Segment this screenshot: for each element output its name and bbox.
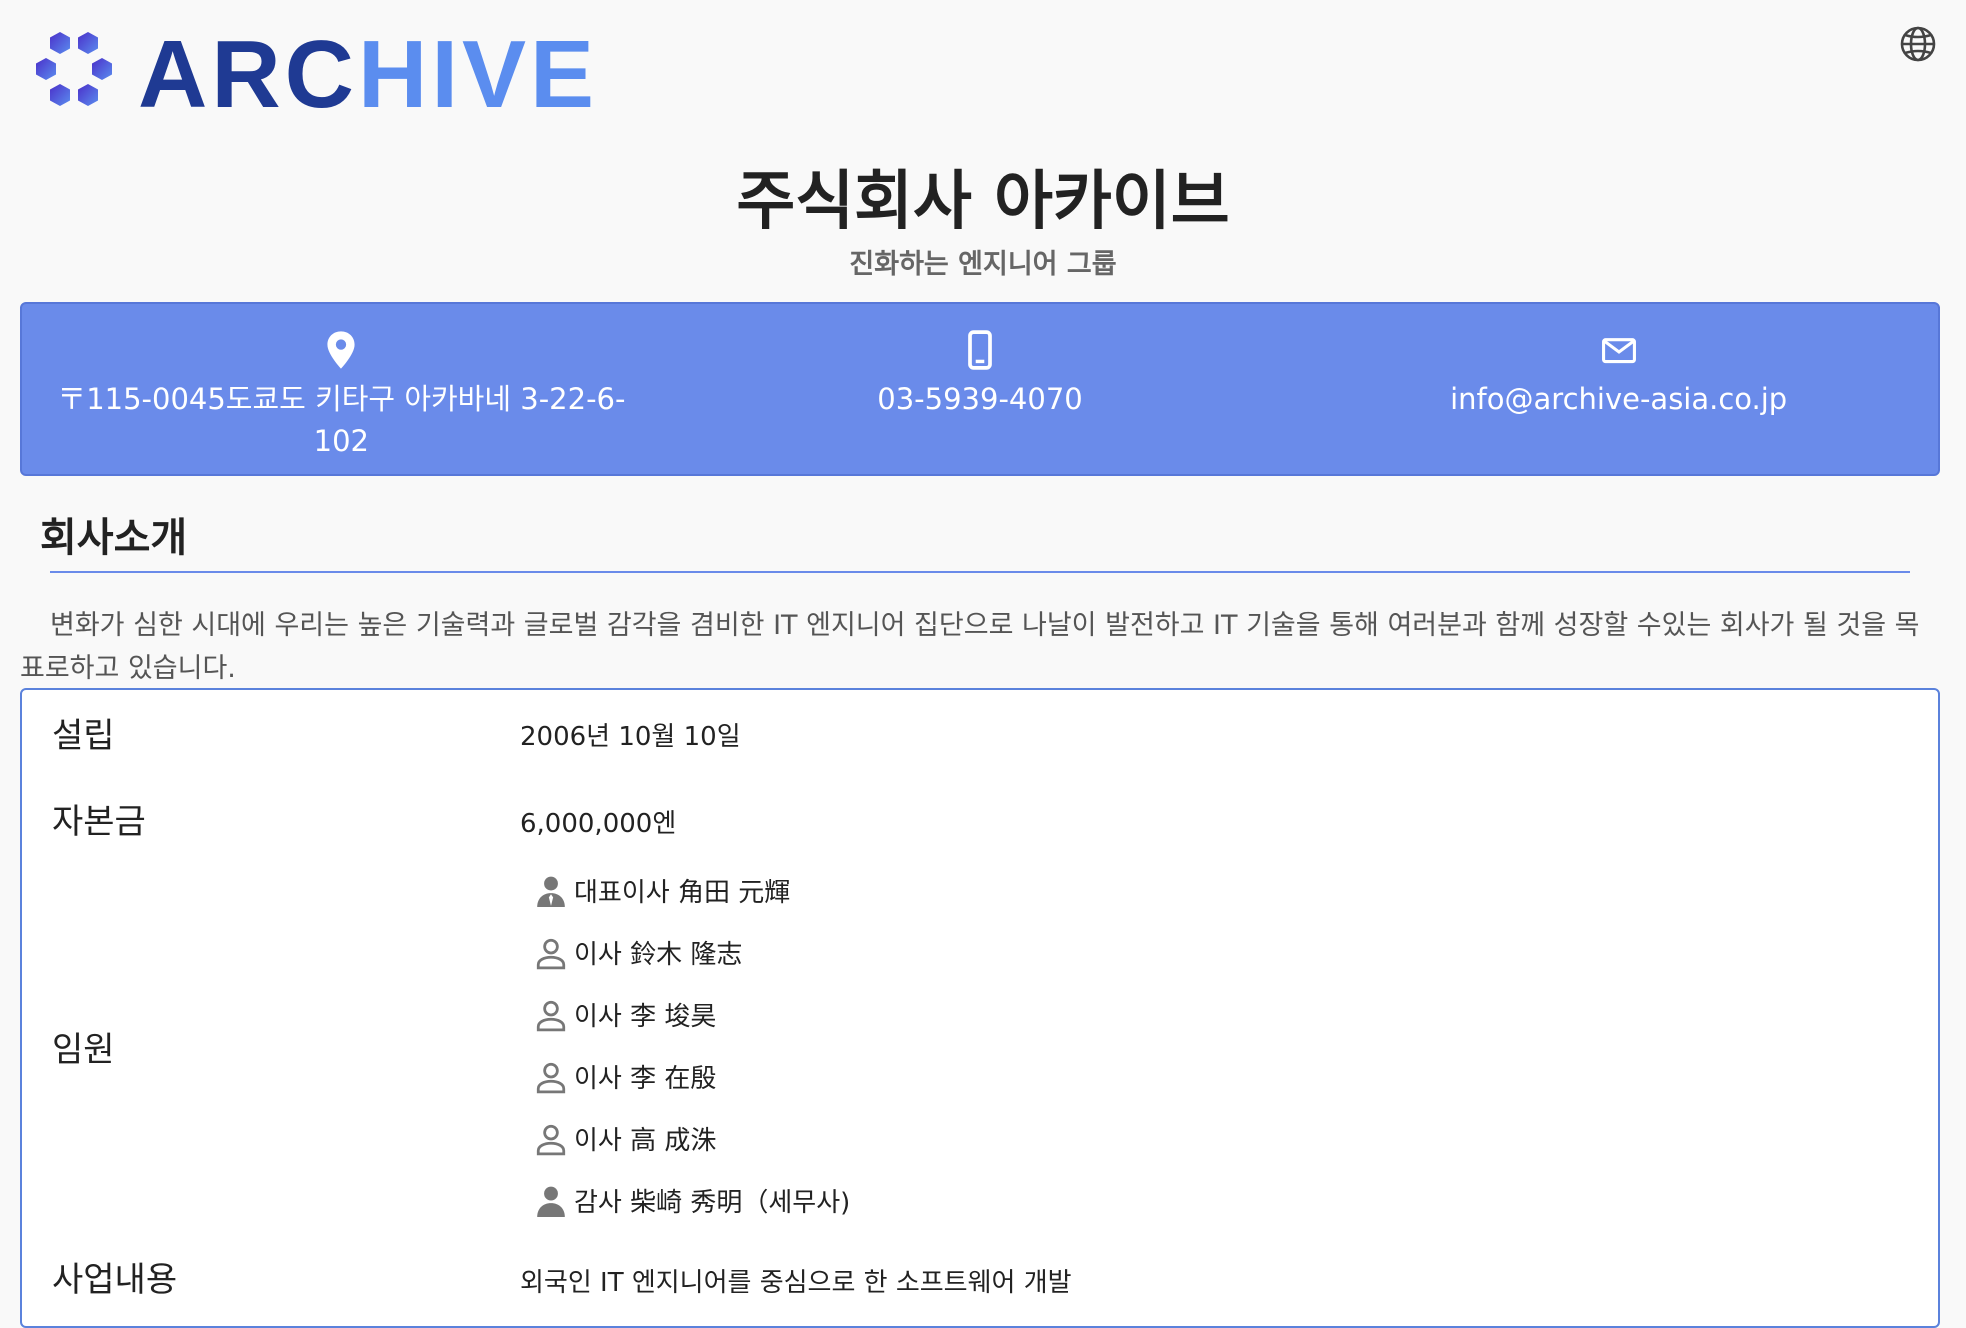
logo-text-dark: ARC bbox=[138, 21, 358, 128]
section-divider bbox=[50, 571, 1910, 573]
business-value: 외국인 IT 엔지니어를 중심으로 한 소프트웨어 개발 bbox=[520, 1268, 1072, 1298]
contact-address: 〒115-0045도쿄도 키타구 아카바네 3-22-6-102 bbox=[22, 304, 661, 474]
logo-text: ARCHIVE bbox=[138, 27, 598, 123]
mobile-phone-icon bbox=[968, 330, 992, 370]
business-label: 사업내용 bbox=[52, 1260, 178, 1300]
officer-item: 이사 鈴木 隆志 bbox=[534, 934, 742, 971]
company-tagline: 진화하는 엔지니어 그룹 bbox=[849, 249, 1117, 280]
officer-name: 대표이사 角田 元輝 bbox=[574, 878, 791, 908]
person-outline-icon bbox=[536, 1124, 566, 1155]
map-pin-icon bbox=[327, 331, 355, 369]
hexagon-cluster-logo-icon bbox=[36, 32, 112, 106]
capital-label: 자본금 bbox=[52, 802, 146, 842]
person-outline-icon bbox=[536, 938, 566, 969]
contact-email: info@archive-asia.co.jp bbox=[1299, 304, 1938, 474]
address-text: 〒115-0045도쿄도 키타구 아카바네 3-22-6-102 bbox=[57, 382, 626, 458]
established-label: 설립 bbox=[52, 716, 115, 756]
officer-item: 이사 李 在殷 bbox=[534, 1058, 716, 1095]
person-filled-icon bbox=[537, 1186, 565, 1217]
officer-name: 이사 李 在殷 bbox=[574, 1064, 717, 1094]
archive-logo[interactable]: ARCHIVE bbox=[28, 27, 598, 123]
about-text: 변화가 심한 시대에 우리는 높은 기술력과 글로벌 감각을 겸비한 IT 엔지… bbox=[20, 610, 1920, 684]
phone-text[interactable]: 03-5939-4070 bbox=[877, 378, 1082, 420]
officer-item: 이사 李 埈昊 bbox=[534, 996, 716, 1033]
established-value: 2006년 10월 10일 bbox=[520, 722, 741, 752]
officers-label: 임원 bbox=[52, 1030, 115, 1070]
officer-item: 감사 柴崎 秀明（세무사) bbox=[534, 1182, 850, 1219]
officer-name: 이사 鈴木 隆志 bbox=[574, 940, 743, 970]
officer-name: 감사 柴崎 秀明（세무사) bbox=[574, 1188, 851, 1218]
contact-phone: 03-5939-4070 bbox=[661, 304, 1300, 474]
company-name: 주식회사 아카이브 bbox=[736, 165, 1230, 239]
person-outline-icon bbox=[536, 1000, 566, 1031]
globe-icon[interactable] bbox=[1898, 24, 1938, 64]
businessman-icon bbox=[537, 876, 565, 907]
capital-value: 6,000,000엔 bbox=[520, 809, 677, 839]
officer-name: 이사 李 埈昊 bbox=[574, 1002, 717, 1032]
officer-name: 이사 高 成洙 bbox=[574, 1126, 717, 1156]
officer-item: 이사 高 成洙 bbox=[534, 1120, 716, 1157]
officer-item: 대표이사 角田 元輝 bbox=[534, 872, 790, 909]
about-heading: 회사소개 bbox=[40, 515, 188, 561]
contact-bar: 〒115-0045도쿄도 키타구 아카바네 3-22-6-102 03-5939… bbox=[20, 302, 1940, 476]
email-link[interactable]: info@archive-asia.co.jp bbox=[1450, 378, 1787, 420]
mail-icon bbox=[1601, 338, 1636, 364]
company-info-box: 설립 2006년 10월 10일 자본금 6,000,000엔 임원 대표이사 … bbox=[20, 688, 1940, 1328]
logo-text-light: HIVE bbox=[357, 21, 599, 128]
person-outline-icon bbox=[536, 1062, 566, 1093]
